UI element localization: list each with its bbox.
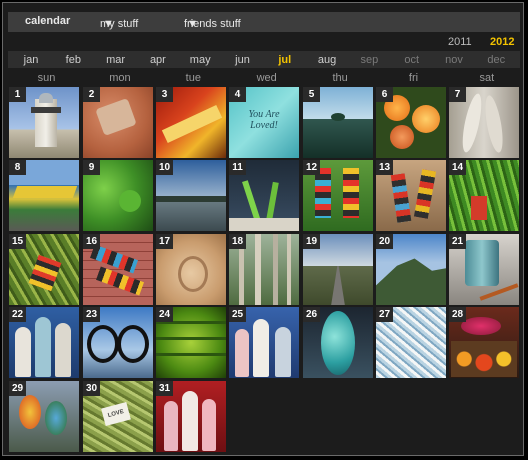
month-feb[interactable]: feb bbox=[52, 54, 94, 66]
day-number: 17 bbox=[156, 234, 173, 249]
nav-calendar-link[interactable]: calendar bbox=[25, 15, 70, 27]
day-cell-8[interactable]: 8 bbox=[9, 160, 79, 231]
day-cell-30[interactable]: LOVE 30 bbox=[83, 381, 153, 452]
day-cell-1[interactable]: 1 bbox=[9, 87, 79, 158]
day-number: 15 bbox=[9, 234, 26, 249]
day-number: 1 bbox=[9, 87, 26, 102]
day-number: 28 bbox=[449, 307, 466, 322]
day-number: 16 bbox=[83, 234, 100, 249]
day-number: 3 bbox=[156, 87, 173, 102]
day-cell-4[interactable]: You Are Loved! 4 bbox=[229, 87, 299, 158]
weekday-mon: mon bbox=[109, 72, 131, 84]
day-cell-7[interactable]: 7 bbox=[449, 87, 519, 158]
day-number: 22 bbox=[9, 307, 26, 322]
month-nov[interactable]: nov bbox=[433, 54, 475, 66]
day-number: 20 bbox=[376, 234, 393, 249]
month-jan[interactable]: jan bbox=[10, 54, 52, 66]
day-number: 24 bbox=[156, 307, 173, 322]
calendar-frame: calendar my stuff ▼ friends stuff ▼ 2011 2… bbox=[2, 2, 524, 456]
day-cell-6[interactable]: 6 bbox=[376, 87, 446, 158]
day-number: 10 bbox=[156, 160, 173, 175]
day-cell-29[interactable]: 29 bbox=[9, 381, 79, 452]
note-text: You Are Loved! bbox=[248, 109, 280, 131]
weekday-sat: sat bbox=[479, 72, 495, 84]
month-dec[interactable]: dec bbox=[475, 54, 517, 66]
month-jul[interactable]: jul bbox=[264, 54, 306, 66]
chevron-down-icon: ▼ bbox=[187, 18, 198, 30]
day-cell-12[interactable]: 12 bbox=[303, 160, 373, 231]
day-number: 7 bbox=[449, 87, 466, 102]
day-number: 21 bbox=[449, 234, 466, 249]
weekday-fri: fri bbox=[408, 72, 419, 84]
day-cell-22[interactable]: 22 bbox=[9, 307, 79, 378]
day-cell-23[interactable]: 23 bbox=[83, 307, 153, 378]
day-cell-28[interactable]: 28 bbox=[449, 307, 519, 378]
day-number: 9 bbox=[83, 160, 100, 175]
day-number: 5 bbox=[303, 87, 320, 102]
day-cell-3[interactable]: 3 bbox=[156, 87, 226, 158]
month-jun[interactable]: jun bbox=[222, 54, 264, 66]
month-may[interactable]: may bbox=[179, 54, 221, 66]
day-cell-13[interactable]: 13 bbox=[376, 160, 446, 231]
day-number: 14 bbox=[449, 160, 466, 175]
day-number: 12 bbox=[303, 160, 320, 175]
month-apr[interactable]: apr bbox=[137, 54, 179, 66]
day-number: 2 bbox=[83, 87, 100, 102]
day-cell-17[interactable]: 17 bbox=[156, 234, 226, 305]
day-cell-5[interactable]: 5 bbox=[303, 87, 373, 158]
month-mar[interactable]: mar bbox=[95, 54, 137, 66]
day-number: 13 bbox=[376, 160, 393, 175]
day-cell-25[interactable]: 25 bbox=[229, 307, 299, 378]
day-cell-31[interactable]: 31 bbox=[156, 381, 226, 452]
day-cell-14[interactable]: 14 bbox=[449, 160, 519, 231]
day-cell-16[interactable]: 16 bbox=[83, 234, 153, 305]
day-number: 11 bbox=[229, 160, 246, 175]
chevron-down-icon: ▼ bbox=[103, 18, 114, 30]
day-cell-21[interactable]: 21 bbox=[449, 234, 519, 305]
day-number: 8 bbox=[9, 160, 26, 175]
day-cell-18[interactable]: 18 bbox=[229, 234, 299, 305]
day-number: 31 bbox=[156, 381, 173, 396]
day-number: 29 bbox=[9, 381, 26, 396]
day-number: 27 bbox=[376, 307, 393, 322]
day-cell-10[interactable]: 10 bbox=[156, 160, 226, 231]
day-number: 23 bbox=[83, 307, 100, 322]
top-nav: calendar my stuff ▼ friends stuff ▼ bbox=[8, 12, 520, 32]
month-aug[interactable]: aug bbox=[306, 54, 348, 66]
day-cell-11[interactable]: 11 bbox=[229, 160, 299, 231]
weekday-thu: thu bbox=[332, 72, 348, 84]
day-number: 4 bbox=[229, 87, 246, 102]
year-2011[interactable]: 2011 bbox=[448, 36, 472, 48]
month-bar: jan feb mar apr may jun jul aug sep oct nov dec bbox=[8, 51, 520, 68]
day-number: 26 bbox=[303, 307, 320, 322]
day-cell-9[interactable]: 9 bbox=[83, 160, 153, 231]
weekday-wed: wed bbox=[256, 72, 277, 84]
day-cell-27[interactable]: 27 bbox=[376, 307, 446, 378]
weekday-tue: tue bbox=[185, 72, 201, 84]
year-2012[interactable]: 2012 bbox=[490, 36, 514, 48]
year-selector: 2011 2012 bbox=[8, 33, 520, 50]
day-cell-2[interactable]: 2 bbox=[83, 87, 153, 158]
day-number: 18 bbox=[229, 234, 246, 249]
month-sep[interactable]: sep bbox=[348, 54, 390, 66]
weekday-header: sun mon tue wed thu fri sat bbox=[8, 69, 520, 85]
weekday-sun: sun bbox=[37, 72, 56, 84]
month-oct[interactable]: oct bbox=[391, 54, 433, 66]
day-cell-26[interactable]: 26 bbox=[303, 307, 373, 378]
day-number: 19 bbox=[303, 234, 320, 249]
day-number: 25 bbox=[229, 307, 246, 322]
day-cell-20[interactable]: 20 bbox=[376, 234, 446, 305]
day-number: 30 bbox=[83, 381, 100, 396]
day-number: 6 bbox=[376, 87, 393, 102]
day-cell-24[interactable]: 24 bbox=[156, 307, 226, 378]
day-cell-15[interactable]: 15 bbox=[9, 234, 79, 305]
day-cell-19[interactable]: 19 bbox=[303, 234, 373, 305]
